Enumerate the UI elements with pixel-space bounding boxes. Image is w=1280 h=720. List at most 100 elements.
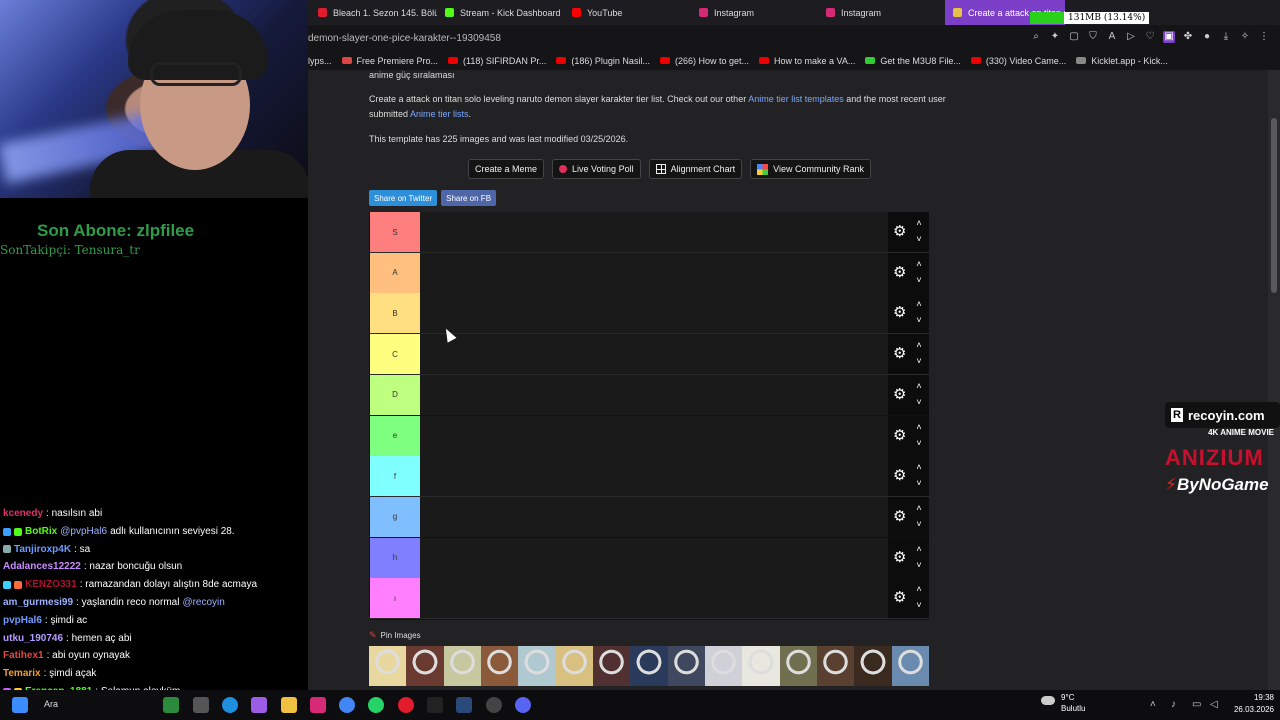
discord-icon[interactable] xyxy=(515,697,531,713)
character-thumbnail[interactable] xyxy=(891,646,929,686)
tier-label[interactable]: h xyxy=(370,537,420,578)
start-icon[interactable] xyxy=(12,697,28,713)
favorite-icon[interactable]: ♡ xyxy=(1144,31,1156,43)
chevron-down-icon[interactable]: ˅ xyxy=(914,438,924,448)
whatsapp-icon[interactable] xyxy=(368,697,384,713)
url-text[interactable]: demon-slayer-one-pice-karakter--19309458 xyxy=(308,33,501,44)
chevron-down-icon[interactable]: ˅ xyxy=(914,519,924,529)
create-meme-button[interactable]: Create a Meme xyxy=(468,159,545,179)
alignment-chart-button[interactable]: Alignment Chart xyxy=(648,159,743,179)
gear-icon[interactable]: ⚙ xyxy=(893,509,908,524)
bookmark-item[interactable]: (186) Plugin Nasil... xyxy=(556,56,650,66)
instagram-icon[interactable] xyxy=(310,697,326,713)
chevron-down-icon[interactable]: ˅ xyxy=(914,600,924,610)
tier-drop-zone[interactable] xyxy=(420,334,888,375)
character-thumbnail[interactable] xyxy=(369,646,407,686)
tier-label[interactable]: f xyxy=(370,456,420,497)
chevron-up-icon[interactable]: ˄ xyxy=(914,299,924,309)
chevron-up-icon[interactable]: ˄ xyxy=(914,218,924,228)
bookmark-item[interactable]: Free Premiere Pro... xyxy=(341,56,438,66)
display-icon[interactable]: ▭ xyxy=(1192,699,1201,710)
anime-templates-link[interactable]: Anime tier list templates xyxy=(748,94,844,104)
chevron-up-icon[interactable]: ˄ xyxy=(914,544,924,554)
character-thumbnail[interactable] xyxy=(555,646,593,686)
tier-drop-zone[interactable] xyxy=(420,415,888,456)
gear-icon[interactable]: ⚙ xyxy=(893,550,908,565)
chevron-down-icon[interactable]: ˅ xyxy=(914,560,924,570)
scrollbar-thumb[interactable] xyxy=(1271,118,1277,293)
chat-username[interactable]: am_gurmesi99 xyxy=(3,594,73,612)
tier-label[interactable]: S xyxy=(370,212,420,252)
chevron-down-icon[interactable]: ˅ xyxy=(914,478,924,488)
tier-drop-zone[interactable] xyxy=(420,578,888,619)
download-icon[interactable]: ⤓ xyxy=(1220,31,1232,43)
microphone-icon[interactable]: ♪ xyxy=(1171,699,1176,710)
tier-drop-zone[interactable] xyxy=(420,456,888,497)
bookmark-item[interactable]: How to make a VA... xyxy=(759,56,855,66)
tier-label[interactable]: e xyxy=(370,415,420,456)
steam-icon[interactable] xyxy=(456,697,472,713)
gear-icon[interactable]: ⚙ xyxy=(893,346,908,361)
browser-tab[interactable]: Instagram xyxy=(691,0,818,25)
gear-icon[interactable]: ⚙ xyxy=(893,265,908,280)
chrome-icon[interactable] xyxy=(339,697,355,713)
chevron-down-icon[interactable]: ˅ xyxy=(914,356,924,366)
browser-tab[interactable]: Instagram xyxy=(818,0,945,25)
character-thumbnail[interactable] xyxy=(816,646,855,686)
task-view-icon[interactable] xyxy=(193,697,209,713)
community-rank-button[interactable]: View Community Rank xyxy=(750,159,871,179)
address-bar[interactable]: demon-slayer-one-pice-karakter--19309458… xyxy=(308,25,1280,51)
character-thumbnail[interactable] xyxy=(443,646,481,686)
weather-widget[interactable]: 9°C Bulutlu xyxy=(1041,692,1101,714)
bookmark-item[interactable]: (118) SIFIRDAN Pr... xyxy=(448,56,546,66)
translate-icon[interactable]: A xyxy=(1106,31,1118,43)
character-thumbnail[interactable] xyxy=(630,646,668,686)
tier-label[interactable]: B xyxy=(370,293,420,334)
gear-icon[interactable]: ⚙ xyxy=(893,305,908,320)
play-icon[interactable]: ▷ xyxy=(1125,31,1137,43)
riot-icon[interactable] xyxy=(427,697,443,713)
bookmark-item[interactable]: Kicklet.app - Kick... xyxy=(1076,56,1168,66)
character-thumbnail[interactable] xyxy=(779,646,817,686)
tier-label[interactable]: ı xyxy=(370,578,420,619)
extension-active-icon[interactable]: ▣ xyxy=(1163,31,1175,43)
tier-label[interactable]: g xyxy=(370,496,420,537)
chevron-down-icon[interactable]: ˅ xyxy=(914,315,924,325)
bookmark-item[interactable]: (330) Video Came... xyxy=(970,56,1066,66)
chevron-up-icon[interactable]: ˄ xyxy=(914,503,924,513)
folder-icon[interactable] xyxy=(281,697,297,713)
pin-images-toggle[interactable]: ✎ Pin Images xyxy=(369,630,421,641)
gear-icon[interactable]: ⚙ xyxy=(893,468,908,483)
gear-icon[interactable]: ⚙ xyxy=(893,590,908,605)
character-thumbnail[interactable] xyxy=(742,646,780,686)
shield-icon[interactable]: ⛉ xyxy=(1087,31,1099,43)
chat-username[interactable]: Temarix xyxy=(3,665,41,683)
bookmark-item[interactable]: lyps... xyxy=(308,56,332,66)
character-thumbnail[interactable] xyxy=(406,646,444,686)
chevron-up-icon[interactable]: ˄ xyxy=(914,422,924,432)
chat-username[interactable]: utku_190746 xyxy=(3,630,63,648)
chat-username[interactable]: KENZO331 xyxy=(25,576,77,594)
chat-username[interactable]: Adalances12222 xyxy=(3,558,81,576)
gear-icon[interactable]: ⚙ xyxy=(893,387,908,402)
screenshot-icon[interactable]: ▢ xyxy=(1068,31,1080,43)
character-thumbnail[interactable] xyxy=(480,646,519,686)
tier-drop-zone[interactable] xyxy=(420,252,888,293)
browser-tab[interactable]: Bleach 1. Sezon 145. Bölüm xyxy=(310,0,437,25)
chevron-up-icon[interactable]: ˄ xyxy=(914,381,924,391)
character-thumbnail[interactable] xyxy=(704,646,743,686)
anime-tier-lists-link[interactable]: Anime tier lists xyxy=(410,109,469,119)
menu-icon[interactable]: ⋮ xyxy=(1258,31,1270,43)
chevron-down-icon[interactable]: ˅ xyxy=(914,234,924,244)
chevron-up-icon[interactable]: ˄ xyxy=(914,584,924,594)
chat-username[interactable]: Tanjiroxp4K xyxy=(14,541,71,559)
app-icon[interactable] xyxy=(163,697,179,713)
tier-drop-zone[interactable] xyxy=(420,374,888,415)
character-thumbnail[interactable] xyxy=(854,646,892,686)
copilot-icon[interactable] xyxy=(251,697,267,713)
tier-label[interactable]: A xyxy=(370,252,420,293)
chevron-down-icon[interactable]: ˅ xyxy=(914,275,924,285)
character-thumbnail[interactable] xyxy=(667,646,705,686)
tier-drop-zone[interactable] xyxy=(420,496,888,537)
page-scrollbar[interactable] xyxy=(1268,70,1280,690)
